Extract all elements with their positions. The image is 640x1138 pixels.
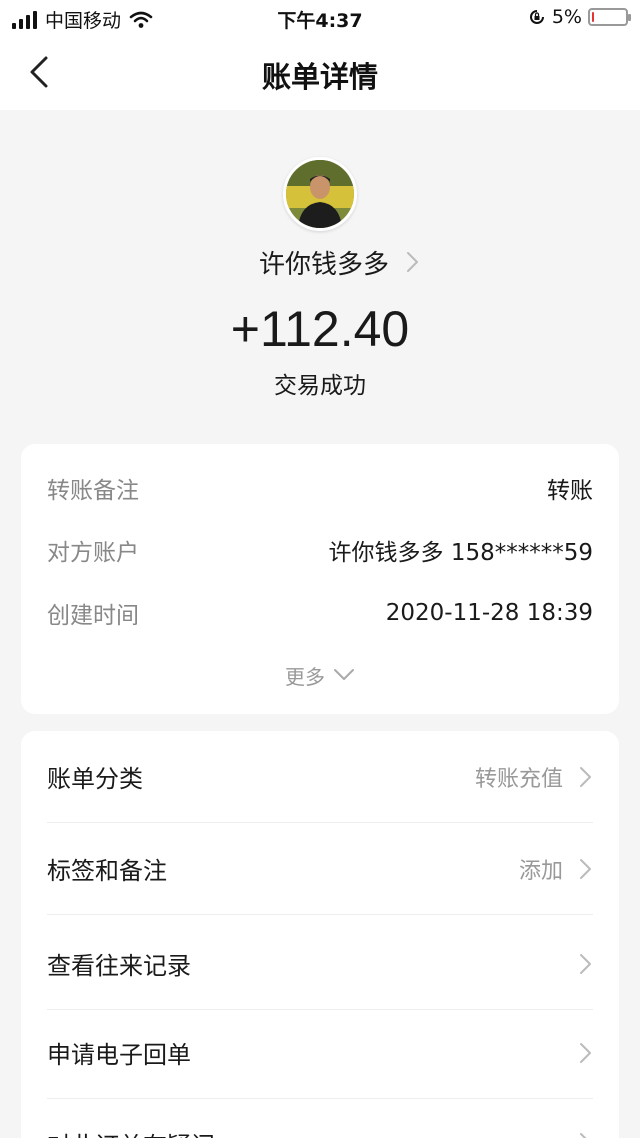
menu-item-tags-notes[interactable]: 标签和备注 添加 [47,823,593,915]
payee-name: 许你钱多多 [258,249,389,280]
menu-card: 账单分类 转账充值 标签和备注 添加 查看往来记录 申请电子回单 对此订单有疑问 [21,731,619,1138]
transaction-status: 交易成功 [274,373,366,399]
detail-value: 许你钱多多 158******59 [328,540,593,566]
detail-value: 2020-11-28 18:39 [385,600,593,626]
chevron-right-icon [580,1133,587,1138]
menu-item-label: 对此订单有疑问 [47,1126,215,1138]
detail-label: 对方账户 [47,540,139,566]
menu-item-bill-category[interactable]: 账单分类 转账充值 [47,731,593,823]
chevron-right-icon [580,858,591,879]
menu-item-question[interactable]: 对此订单有疑问 [47,1097,593,1138]
detail-row-note: 转账备注 转账 [47,468,593,508]
chevron-right-icon [580,1042,591,1063]
chevron-down-icon [334,669,354,680]
menu-item-label: 查看往来记录 [47,952,191,980]
menu-item-value: 添加 [518,858,563,884]
menu-item-e-receipt[interactable]: 申请电子回单 [47,1007,593,1099]
avatar[interactable] [283,157,357,231]
chevron-right-icon [407,252,418,272]
menu-item-label: 标签和备注 [47,857,167,885]
battery-percent: 5% [551,6,582,28]
menu-item-label: 账单分类 [47,765,143,793]
orientation-lock-icon [529,10,544,24]
page-title: 账单详情 [261,60,378,94]
detail-label: 转账备注 [47,478,139,504]
details-card: 转账备注 转账 对方账户 许你钱多多 158******59 创建时间 2020… [21,444,619,714]
payee-link[interactable]: 许你钱多多 [0,242,640,282]
transaction-amount: +112.40 [230,301,410,357]
chevron-right-icon [580,766,591,787]
more-label: 更多 [285,664,325,689]
more-button[interactable]: 更多 [21,658,619,692]
detail-row-created-time: 创建时间 2020-11-28 18:39 [47,593,593,633]
nav-bar: 账单详情 [0,36,640,110]
detail-label: 创建时间 [47,603,139,629]
battery-icon [588,8,631,26]
menu-item-value: 转账充值 [474,766,563,792]
menu-item-history[interactable]: 查看往来记录 [47,918,593,1010]
menu-item-label: 申请电子回单 [47,1041,191,1069]
battery-level-fill [592,12,594,22]
detail-value: 转账 [547,478,593,504]
chevron-right-icon [580,953,591,974]
back-icon[interactable] [22,54,58,90]
status-bar: 中国移动 下午4:37 5% [0,0,640,36]
detail-row-account: 对方账户 许你钱多多 158******59 [47,530,593,570]
status-right: 5% [528,6,631,28]
